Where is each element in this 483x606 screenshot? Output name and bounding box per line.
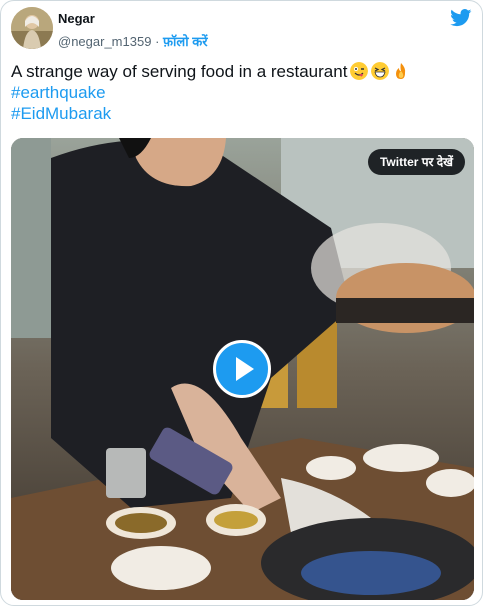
twitter-bird-icon[interactable] bbox=[450, 9, 472, 27]
play-icon bbox=[236, 357, 254, 381]
grinning-squinting-face-icon bbox=[371, 62, 390, 80]
winking-tongue-face-icon bbox=[350, 62, 369, 80]
avatar-image bbox=[11, 7, 53, 49]
play-button[interactable] bbox=[213, 340, 271, 398]
author-avatar[interactable] bbox=[11, 7, 53, 49]
tweet-body: A strange way of serving food in a resta… bbox=[11, 62, 348, 81]
watch-on-twitter-button[interactable]: Twitter पर देखें bbox=[367, 149, 465, 175]
hashtag-earthquake[interactable]: #earthquake bbox=[11, 82, 471, 103]
video-player[interactable]: Twitter पर देखें bbox=[11, 138, 474, 600]
fire-icon bbox=[396, 63, 406, 79]
author-name[interactable]: Negar bbox=[58, 11, 95, 26]
author-handle[interactable]: @negar_m1359 bbox=[58, 34, 151, 49]
embedded-tweet-card[interactable]: Negar @negar_m1359 · फ़ॉलो करें A strang… bbox=[0, 0, 483, 606]
meta-separator: · bbox=[155, 34, 160, 49]
author-meta: @negar_m1359 · फ़ॉलो करें bbox=[58, 32, 208, 50]
follow-button[interactable]: फ़ॉलो करें bbox=[163, 34, 207, 49]
hashtag-eidmubarak[interactable]: #EidMubarak bbox=[11, 103, 471, 124]
tweet-text: A strange way of serving food in a resta… bbox=[11, 61, 471, 124]
